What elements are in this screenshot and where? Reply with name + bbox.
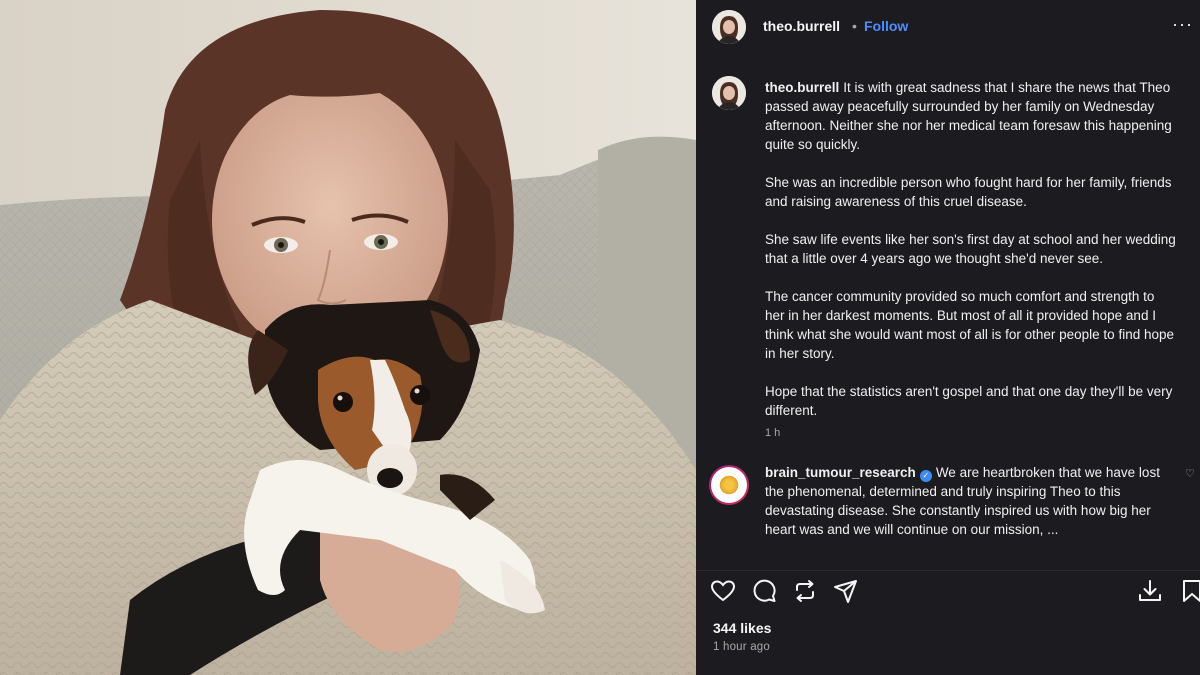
likes-count[interactable]: 344 likes	[713, 620, 771, 636]
comment-item: brain_tumour_research ✓ We are heartbroken…	[696, 463, 1200, 539]
follow-button[interactable]: Follow	[864, 18, 908, 34]
caption-paragraph: theo.burrell It is with great sadness tha…	[765, 80, 1172, 152]
comment-text: brain_tumour_research ✓ We are heartbroken…	[765, 465, 1160, 537]
user-avatar[interactable]	[712, 10, 746, 44]
verified-badge-icon: ✓	[919, 470, 932, 482]
bookmark-icon[interactable]	[1178, 577, 1200, 605]
caption-avatar[interactable]	[712, 76, 746, 110]
post-photo[interactable]	[0, 0, 696, 675]
post-header: theo.burrell • Follow ···	[696, 0, 1200, 54]
caption-author[interactable]: theo.burrell	[765, 80, 839, 95]
brand-logo-icon	[719, 475, 739, 495]
caption-paragraph: She was an incredible person who fought …	[765, 175, 1172, 209]
action-bar	[696, 570, 1200, 610]
heart-icon[interactable]	[709, 577, 737, 605]
comment-like-heart-icon[interactable]: ♡	[1185, 467, 1195, 480]
comment-icon[interactable]	[750, 577, 778, 605]
username[interactable]: theo.burrell	[763, 18, 840, 34]
post-viewer: theo.burrell • Follow ··· theo.burrell It…	[0, 0, 1200, 675]
separator-dot: •	[852, 18, 857, 34]
share-icon[interactable]	[832, 577, 860, 605]
repost-icon[interactable]	[791, 577, 819, 605]
post-sidebar: theo.burrell • Follow ··· theo.burrell It…	[696, 0, 1200, 675]
post-timestamp: 1 hour ago	[713, 641, 770, 653]
brand-avatar[interactable]	[709, 465, 749, 505]
photo-woman-with-puppy	[0, 0, 696, 675]
caption-comment: theo.burrell It is with great sadness tha…	[696, 62, 1200, 441]
caption-timestamp: 1 h	[765, 427, 781, 439]
comments-list[interactable]: theo.burrell It is with great sadness tha…	[696, 62, 1200, 562]
caption-paragraph: She saw life events like her son's first…	[765, 232, 1176, 266]
comment-author[interactable]: brain_tumour_research	[765, 465, 916, 480]
more-options-icon[interactable]: ···	[1172, 14, 1193, 35]
caption-paragraph: Hope that the statistics aren't gospel a…	[765, 384, 1173, 418]
caption-text: theo.burrell It is with great sadness tha…	[765, 62, 1176, 420]
caption-paragraph: The cancer community provided so much co…	[765, 289, 1174, 361]
download-icon[interactable]	[1136, 577, 1164, 605]
